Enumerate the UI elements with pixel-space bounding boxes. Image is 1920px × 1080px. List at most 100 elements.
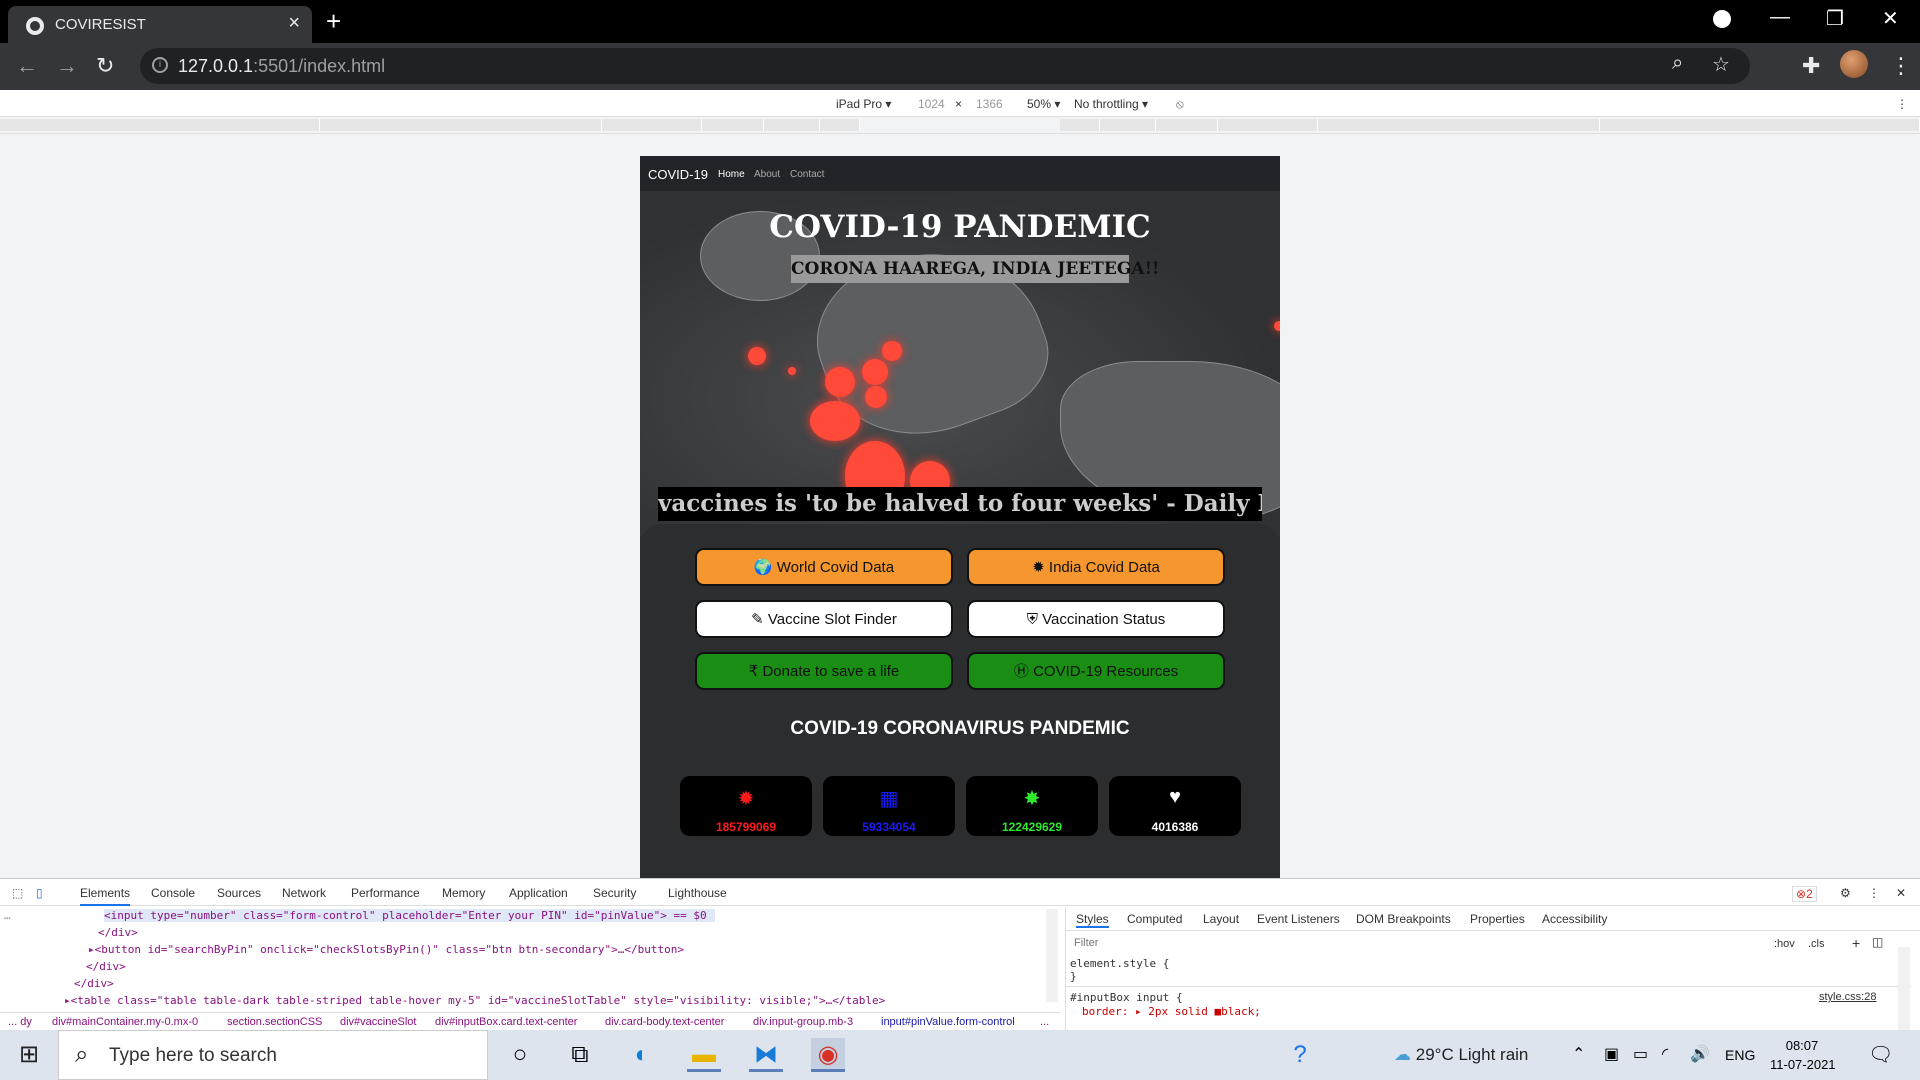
rule-selector[interactable]: #inputBox input { [1070,991,1183,1004]
inspect-element-icon[interactable]: ⬚ [12,886,23,900]
language-indicator[interactable]: ENG [1725,1047,1755,1063]
windows-start-icon[interactable]: ⊞ [12,1038,46,1072]
minimize-icon[interactable]: — [1770,6,1790,29]
breadcrumb-item[interactable]: div#inputBox.card.text-center [435,1016,577,1028]
chrome-icon[interactable]: ◉ [811,1038,845,1072]
tab-accessibility[interactable]: Accessibility [1542,912,1607,926]
tab-properties[interactable]: Properties [1470,912,1525,926]
zoom-icon[interactable]: ⌕ [1672,52,1683,75]
nav-link-about[interactable]: About [754,169,780,180]
battery-icon[interactable]: ▭ [1633,1044,1648,1064]
new-tab-button[interactable]: + [326,6,341,37]
browser-tab[interactable]: COVIRESIST × [8,6,312,43]
vaccination-status-button[interactable]: ⛨ Vaccination Status [967,600,1225,638]
more-options-icon[interactable]: ⋮ [1896,97,1908,111]
device-width-field[interactable]: 1024 [918,97,945,111]
info-icon[interactable]: i [152,57,168,73]
extensions-icon[interactable]: ✚ [1802,53,1820,79]
breadcrumb-item[interactable]: div.card-body.text-center [605,1016,724,1028]
breadcrumb-item[interactable]: ... dy [8,1016,32,1028]
device-height-field[interactable]: 1366 [976,97,1003,111]
file-explorer-icon[interactable]: ▬ [687,1038,721,1072]
tab-elements[interactable]: Elements [80,886,131,906]
taskbar-search[interactable]: ⌕ Type here to search [58,1030,488,1080]
news-ticker[interactable]: vaccines is 'to be halved to four weeks'… [658,487,1262,521]
weather-widget[interactable]: ☁ 29°C Light rain [1394,1045,1528,1065]
styles-scrollbar[interactable] [1898,947,1910,1031]
dom-node[interactable]: </div> [86,960,126,973]
close-tab-icon[interactable]: × [288,12,300,35]
forward-icon[interactable]: → [56,53,78,79]
notifications-icon[interactable]: 🗨 [1868,1042,1893,1067]
india-covid-data-button[interactable]: ✹ India Covid Data [967,548,1225,586]
tab-search-icon[interactable] [1713,10,1731,28]
rotate-icon[interactable]: ⦸ [1176,97,1184,112]
tab-sources[interactable]: Sources [217,886,261,900]
dom-node[interactable]: </div> [98,926,138,939]
zoom-select[interactable]: 50% ▾ [1027,97,1060,111]
close-devtools-icon[interactable]: ✕ [1896,886,1906,900]
vaccine-slot-finder-button[interactable]: ✎ Vaccine Slot Finder [695,600,953,638]
breadcrumb-item[interactable]: div#vaccineSlot [340,1016,416,1028]
cortana-icon[interactable]: ○ [503,1038,537,1072]
reload-icon[interactable]: ↻ [96,53,114,79]
cls-toggle[interactable]: .cls [1808,938,1825,950]
menu-icon[interactable]: ⋮ [1890,53,1912,79]
donate-button[interactable]: ₹ Donate to save a life [695,652,953,690]
tab-application[interactable]: Application [509,886,568,900]
add-rule-icon[interactable]: + [1852,935,1860,951]
rule-property[interactable]: border: ▸ 2px solid ■black; [1082,1005,1261,1018]
device-toggle-icon[interactable]: ▯ [36,886,43,900]
settings-gear-icon[interactable]: ⚙ [1840,886,1851,900]
styles-filter-input[interactable]: Filter [1072,935,1764,953]
breadcrumb-item[interactable]: div#mainContainer.my-0.mx-0 [52,1016,198,1028]
tab-memory[interactable]: Memory [442,886,485,900]
tab-console[interactable]: Console [151,886,195,900]
device-select[interactable]: iPad Pro ▾ [836,97,891,111]
dom-node-selected[interactable]: <input type="number" class="form-control… [104,909,715,922]
tab-computed[interactable]: Computed [1127,912,1182,926]
tab-network[interactable]: Network [282,886,326,900]
clock-time[interactable]: 08:07 [1771,1038,1833,1053]
throttling-select[interactable]: No throttling ▾ [1074,97,1148,111]
avatar[interactable] [1840,50,1868,78]
computed-sidebar-icon[interactable]: ◫ [1872,935,1883,949]
site-brand[interactable]: COVID-19 [648,167,708,182]
dom-node[interactable]: ▸<button id="searchByPin" onclick="check… [88,943,684,956]
error-count-badge[interactable]: ⊗2 [1792,886,1817,902]
restore-icon[interactable]: ❐ [1826,6,1844,31]
hov-toggle[interactable]: :hov [1774,938,1795,950]
tab-performance[interactable]: Performance [351,886,420,900]
tab-event-listeners[interactable]: Event Listeners [1257,912,1340,926]
tab-security[interactable]: Security [593,886,636,900]
dom-node[interactable]: </div> [74,977,114,990]
tab-dom-breakpoints[interactable]: DOM Breakpoints [1356,912,1451,926]
volume-icon[interactable]: 🔊 [1690,1044,1710,1064]
address-bar[interactable]: i 127.0.0.1:5501/index.html ☆ ⌕ [140,48,1750,84]
breadcrumb-more[interactable]: ... [1040,1016,1049,1028]
breadcrumb-item[interactable]: section.sectionCSS [227,1016,322,1028]
covid-resources-button[interactable]: Ⓗ COVID-19 Resources [967,652,1225,690]
rule-element-style[interactable]: element.style { [1070,957,1169,970]
nav-link-contact[interactable]: Contact [790,169,824,180]
breadcrumb-item-active[interactable]: input#pinValue.form-control [881,1016,1015,1028]
back-icon[interactable]: ← [16,53,38,79]
vscode-icon[interactable]: ⧓ [749,1038,783,1072]
media-query-bar[interactable] [0,117,1920,134]
help-icon[interactable]: ? [1283,1038,1317,1072]
nav-link-home[interactable]: Home [718,169,745,180]
wifi-icon[interactable]: ◜ [1662,1044,1668,1064]
dom-node[interactable]: ▸<table class="table table-dark table-st… [64,994,885,1007]
tab-styles[interactable]: Styles [1076,912,1109,928]
rule-source-link[interactable]: style.css:28 [1819,991,1876,1003]
tray-chevron-icon[interactable]: ⌃ [1572,1044,1585,1064]
tab-lighthouse[interactable]: Lighthouse [668,886,727,900]
elements-scrollbar[interactable] [1046,909,1058,1002]
tab-layout[interactable]: Layout [1203,912,1239,926]
world-covid-data-button[interactable]: 🌍 World Covid Data [695,548,953,586]
breadcrumb-item[interactable]: div.input-group.mb-3 [753,1016,853,1028]
devtools-menu-icon[interactable]: ⋮ [1868,886,1880,900]
edge-icon[interactable]: ◐ [625,1038,659,1072]
bookmark-star-icon[interactable]: ☆ [1712,52,1730,77]
clock-date[interactable]: 11-07-2021 [1770,1057,1836,1072]
